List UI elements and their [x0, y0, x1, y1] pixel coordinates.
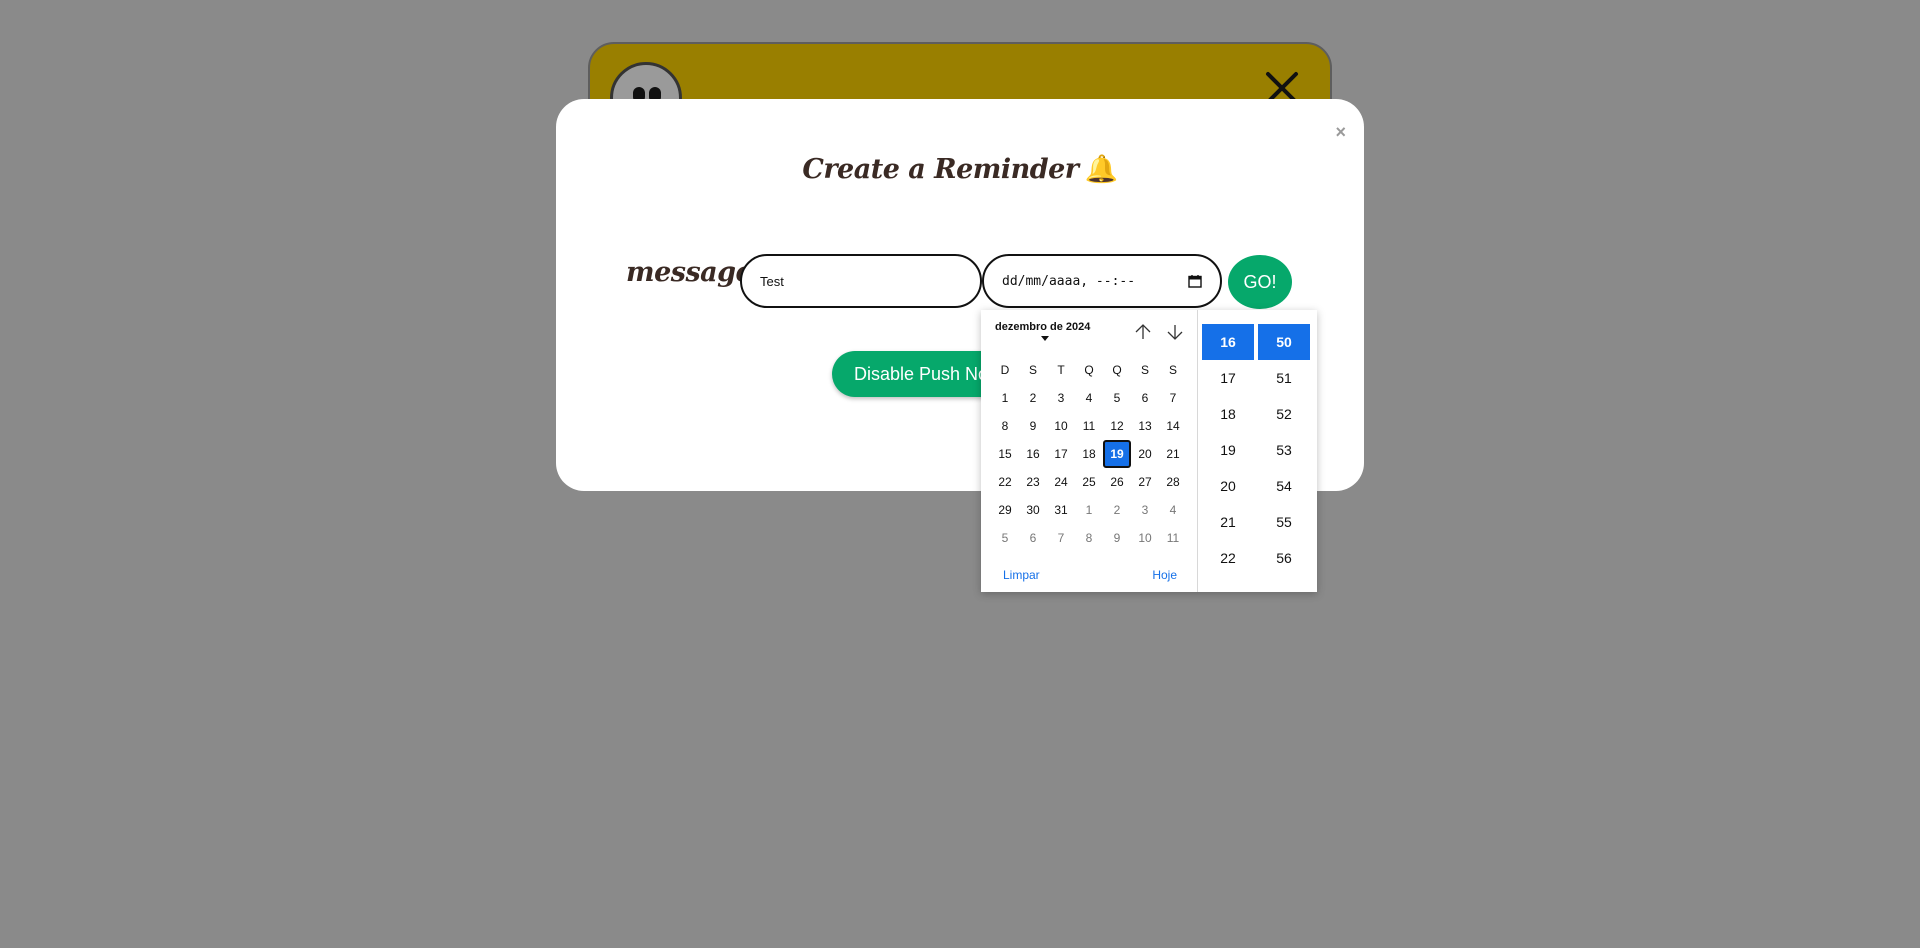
arrow-up-icon[interactable]: [1133, 322, 1153, 342]
calendar-day[interactable]: 22: [991, 468, 1019, 496]
calendar-day[interactable]: 27: [1131, 468, 1159, 496]
calendar-day[interactable]: 5: [1103, 384, 1131, 412]
calendar-day-selected[interactable]: 19: [1103, 440, 1131, 468]
minute-option[interactable]: 55: [1258, 504, 1310, 540]
calendar-day[interactable]: 10: [1047, 412, 1075, 440]
calendar-day[interactable]: 8: [991, 412, 1019, 440]
calendar-day[interactable]: 23: [1019, 468, 1047, 496]
calendar-grid: D S T Q Q S S 1 2 3 4 5 6 7 8 9 10 11 12 13 14 15 16 17 18 19 20 21…: [991, 356, 1185, 552]
message-input[interactable]: [740, 254, 982, 308]
calendar-day[interactable]: 3: [1131, 496, 1159, 524]
minutes-column[interactable]: 50 51 52 53 54 55 56: [1258, 324, 1310, 592]
calendar-day[interactable]: 1: [1075, 496, 1103, 524]
calendar-day[interactable]: 4: [1159, 496, 1187, 524]
month-year-label: dezembro de 2024: [995, 321, 1091, 333]
weekday-header: T: [1057, 363, 1065, 377]
calendar-day[interactable]: 10: [1131, 524, 1159, 552]
minute-option[interactable]: 56: [1258, 540, 1310, 576]
calendar-day[interactable]: 29: [991, 496, 1019, 524]
calendar-day[interactable]: 14: [1159, 412, 1187, 440]
minute-option[interactable]: 53: [1258, 432, 1310, 468]
calendar-day[interactable]: 28: [1159, 468, 1187, 496]
weekday-header: D: [1000, 363, 1010, 377]
weekday-header: Q: [1084, 363, 1094, 377]
hours-column[interactable]: 16 17 18 19 20 21 22: [1202, 324, 1254, 592]
calendar-day[interactable]: 17: [1047, 440, 1075, 468]
modal-title: Create a Reminder 🔔: [556, 153, 1364, 185]
calendar-day[interactable]: 5: [991, 524, 1019, 552]
calendar-day[interactable]: 24: [1047, 468, 1075, 496]
calendar-day[interactable]: 6: [1019, 524, 1047, 552]
time-panel: 16 17 18 19 20 21 22 50 51 52 53 54 55 56: [1198, 310, 1317, 592]
calendar-day[interactable]: 1: [991, 384, 1019, 412]
calendar-day[interactable]: 8: [1075, 524, 1103, 552]
datetime-picker: dezembro de 2024 D S T Q Q S S 1 2 3 4 5 6 7 8 9 10 11 12 1…: [981, 310, 1317, 592]
calendar-day[interactable]: 16: [1019, 440, 1047, 468]
calendar-day[interactable]: 11: [1075, 412, 1103, 440]
hour-option[interactable]: 22: [1202, 540, 1254, 576]
calendar-day[interactable]: 2: [1103, 496, 1131, 524]
calendar-day[interactable]: 12: [1103, 412, 1131, 440]
calendar-icon[interactable]: [1188, 274, 1202, 288]
modal-title-text: Create a Reminder: [802, 154, 1079, 185]
minute-option[interactable]: 51: [1258, 360, 1310, 396]
weekday-header: S: [1168, 363, 1177, 377]
go-button[interactable]: GO!: [1228, 255, 1292, 309]
calendar-day[interactable]: 7: [1047, 524, 1075, 552]
datetime-input[interactable]: dd/mm/aaaa, --:--: [982, 254, 1222, 308]
minute-option[interactable]: 52: [1258, 396, 1310, 432]
hour-option[interactable]: 19: [1202, 432, 1254, 468]
weekday-header: S: [1140, 363, 1149, 377]
bell-icon: 🔔: [1084, 154, 1119, 185]
calendar-day[interactable]: 11: [1159, 524, 1187, 552]
weekday-header: Q: [1112, 363, 1122, 377]
calendar-day[interactable]: 13: [1131, 412, 1159, 440]
datetime-input-placeholder: dd/mm/aaaa, --:--: [1002, 273, 1136, 289]
calendar-day[interactable]: 2: [1019, 384, 1047, 412]
minute-option-selected[interactable]: 50: [1258, 324, 1310, 360]
calendar-day[interactable]: 21: [1159, 440, 1187, 468]
clear-button[interactable]: Limpar: [1003, 568, 1040, 582]
month-year-selector[interactable]: dezembro de 2024: [995, 320, 1090, 341]
hour-option[interactable]: 20: [1202, 468, 1254, 504]
calendar-day[interactable]: 6: [1131, 384, 1159, 412]
modal-close-button[interactable]: ×: [1335, 123, 1346, 141]
calendar-panel: dezembro de 2024 D S T Q Q S S 1 2 3 4 5 6 7 8 9 10 11 12 1…: [981, 310, 1198, 592]
calendar-day[interactable]: 3: [1047, 384, 1075, 412]
caret-down-icon: [1040, 336, 1049, 341]
hour-option-selected[interactable]: 16: [1202, 324, 1254, 360]
arrow-down-icon[interactable]: [1165, 322, 1185, 342]
hour-option[interactable]: 18: [1202, 396, 1254, 432]
hour-option[interactable]: 17: [1202, 360, 1254, 396]
minute-option[interactable]: 54: [1258, 468, 1310, 504]
calendar-day[interactable]: 9: [1019, 412, 1047, 440]
calendar-day[interactable]: 15: [991, 440, 1019, 468]
calendar-day[interactable]: 18: [1075, 440, 1103, 468]
calendar-day[interactable]: 7: [1159, 384, 1187, 412]
calendar-day[interactable]: 26: [1103, 468, 1131, 496]
calendar-day[interactable]: 9: [1103, 524, 1131, 552]
calendar-day[interactable]: 31: [1047, 496, 1075, 524]
calendar-day[interactable]: 30: [1019, 496, 1047, 524]
calendar-day[interactable]: 25: [1075, 468, 1103, 496]
today-button[interactable]: Hoje: [1152, 568, 1177, 582]
calendar-day[interactable]: 20: [1131, 440, 1159, 468]
calendar-day[interactable]: 4: [1075, 384, 1103, 412]
weekday-header: S: [1028, 363, 1037, 377]
hour-option[interactable]: 21: [1202, 504, 1254, 540]
